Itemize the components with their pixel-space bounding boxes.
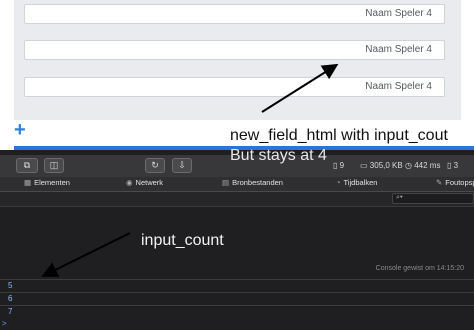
download-icon: ⇩ bbox=[178, 160, 186, 170]
add-player-button[interactable]: + bbox=[14, 120, 26, 140]
player-name-field[interactable]: Naam Speler 4 bbox=[24, 77, 445, 97]
player-name-value: Naam Speler 4 bbox=[365, 8, 432, 19]
size-icon: ▭ bbox=[360, 161, 368, 170]
console-log-line[interactable]: 6 bbox=[0, 292, 474, 305]
console-log-line[interactable]: 7 bbox=[0, 305, 474, 318]
reload-button[interactable]: ↻ bbox=[145, 158, 165, 173]
document-icon: ▯ bbox=[333, 161, 338, 170]
tab-elements[interactable]: ▦ Elementen bbox=[24, 178, 70, 187]
annotation-top-line2: But stays at 4 bbox=[230, 147, 327, 164]
search-icon: ⌕▾ bbox=[396, 194, 403, 201]
download-button[interactable]: ⇩ bbox=[172, 158, 192, 173]
error-icon: ▯ bbox=[447, 161, 452, 170]
console-log-line[interactable]: 5 bbox=[0, 279, 474, 292]
tab-debugger[interactable]: ✎Foutopsporing bbox=[436, 178, 474, 187]
console-filter-bar: ⌕▾ bbox=[0, 192, 474, 207]
reload-icon: ↻ bbox=[151, 160, 159, 170]
tab-network[interactable]: ◉ Netwerk bbox=[126, 178, 163, 187]
console-cleared-message: Console gewist om 14:15:20 bbox=[375, 265, 464, 272]
split-pane-icon: ◫ bbox=[49, 160, 59, 170]
inspector-tab-bar: ▦ Elementen ◉ Netwerk ▤ Bronbestanden ◔ Tijd… bbox=[0, 177, 474, 192]
timelines-icon: ◔ bbox=[336, 178, 341, 187]
player-name-value: Naam Speler 4 bbox=[365, 44, 432, 55]
resource-size: ▭ 305,0 KB bbox=[360, 161, 403, 170]
tab-sources[interactable]: ▤ Bronbestanden bbox=[222, 178, 283, 187]
clock-icon: ◷ bbox=[405, 161, 412, 170]
sources-icon: ▤ bbox=[222, 178, 230, 187]
error-count[interactable]: ▯ 3 bbox=[447, 161, 458, 170]
debugger-icon: ✎ bbox=[436, 178, 443, 187]
web-inspector: ⧉ ◫ ↻ ⇩ ▯ 9 ▭ 305,0 KB ◷ 442 ms ▯ 3 ▦ Ele… bbox=[0, 150, 474, 330]
player-form-panel: Naam Speler 4 Naam Speler 4 Naam Speler … bbox=[14, 0, 461, 120]
player-name-value: Naam Speler 4 bbox=[365, 81, 432, 92]
windows-icon: ⧉ bbox=[23, 160, 31, 170]
player-name-field[interactable]: Naam Speler 4 bbox=[24, 4, 445, 24]
console-prompt[interactable]: > bbox=[2, 319, 7, 328]
dock-mode-button[interactable]: ⧉ bbox=[16, 158, 38, 173]
console-filter-input[interactable]: ⌕▾ bbox=[392, 193, 474, 204]
tab-timelines[interactable]: ◔ Tijdbalken bbox=[336, 178, 377, 187]
elements-icon: ▦ bbox=[24, 178, 32, 187]
annotation-bottom: input_count bbox=[141, 232, 224, 249]
annotation-top-line1: new_field_html with input_cout bbox=[230, 127, 448, 144]
load-time: ◷ 442 ms bbox=[405, 161, 441, 170]
player-name-field[interactable]: Naam Speler 4 bbox=[24, 40, 445, 60]
network-icon: ◉ bbox=[126, 178, 133, 187]
resources-count: ▯ 9 bbox=[333, 161, 345, 170]
layout-button[interactable]: ◫ bbox=[44, 158, 64, 173]
